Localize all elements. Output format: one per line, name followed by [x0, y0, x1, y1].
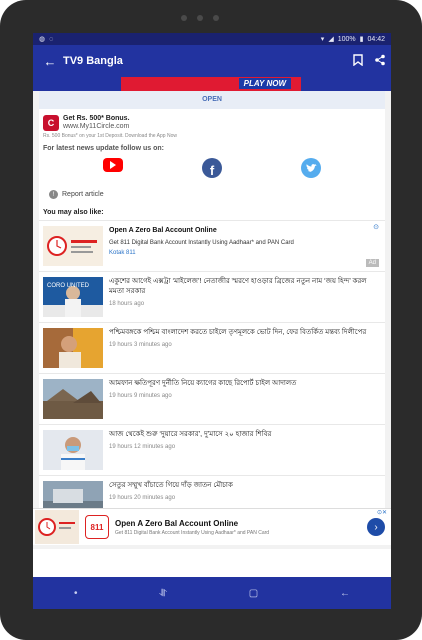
news-thumbnail: CORO UNITED — [43, 277, 103, 317]
my11circle-headline: Get Rs. 500* Bonus. — [63, 115, 130, 122]
bookmark-icon[interactable] — [347, 53, 369, 69]
news-thumbnail — [43, 379, 103, 419]
status-time: 04:42 — [367, 35, 385, 43]
you-may-also-like-heading: You may also like: — [43, 209, 104, 216]
notification-icon: ◌ — [49, 35, 54, 43]
back-arrow-icon[interactable]: ← — [37, 54, 63, 69]
ad-banner[interactable]: PLAY NOW — [33, 77, 391, 91]
bottom-ad-thumbnail — [35, 510, 79, 544]
bottom-ad-logo: 811 — [85, 515, 109, 539]
nav-home-icon[interactable]: ▢ — [249, 588, 258, 599]
social-links: f — [39, 154, 385, 186]
promo-card: C Get Rs. 500* Bonus. www.My11Circle.com… — [39, 109, 385, 526]
app-title: TV9 Bangla — [63, 55, 123, 67]
nav-recents-icon[interactable]: ⥯ — [159, 588, 166, 599]
sponsored-list-item[interactable]: Open A Zero Bal Account Online Get 811 D… — [39, 220, 385, 271]
notification-icon: ◍ — [39, 36, 46, 43]
wifi-icon: ▾ — [320, 36, 325, 43]
app-header: ← TV9 Bangla — [33, 45, 391, 77]
twitter-icon[interactable] — [301, 158, 322, 178]
news-title: পশ্চিমবঙ্গকে পশ্চিম বাংলাদেশ করতে চাইলে … — [109, 329, 367, 336]
adchoices-icon[interactable]: ⊙ — [373, 223, 379, 231]
report-article-link[interactable]: ! Report article — [39, 186, 385, 205]
news-time: 19 hours 20 minutes ago — [109, 495, 176, 501]
ad-subtitle: Get 811 Digital Bank Account Instantly U… — [109, 240, 294, 246]
bottom-ad-title: Open A Zero Bal Account Online — [115, 518, 239, 528]
nav-back-icon[interactable]: ← — [340, 588, 350, 599]
news-title: একুশের আগেই এক্সট্রা ‘মাইলেজ’! নেতাজীর স… — [109, 278, 367, 295]
device-camera-bar — [140, 14, 260, 22]
screen: ◍ ◌ ▾ ◢ 100% ▮ 04:42 ← TV9 Bangla PLAY N… — [33, 33, 391, 609]
news-list-item[interactable]: আজ থেকেই শুরু ‘দুয়ারে সরকার’, দু’মাসে ২… — [39, 424, 385, 475]
ad-thumbnail — [43, 226, 103, 266]
ad-banner-image[interactable]: PLAY NOW — [121, 77, 301, 91]
bottom-ad-subtitle: Get 811 Digital Bank Account Instantly U… — [115, 529, 270, 536]
news-title: সেতুর সম্মুখ বাঁচাতে গিয়ে দাঁড় জাতন মৌ… — [109, 482, 233, 489]
my11circle-small-print: Rs. 500 Bonus* on your 1st Deposit. Down… — [43, 133, 177, 139]
ad-open-button[interactable]: OPEN — [39, 91, 385, 109]
news-thumbnail — [43, 328, 103, 368]
battery-text: 100% — [337, 35, 356, 43]
news-title: আমফান ক্ষতিপূরণ দুর্নীতি নিয়ে ক্যাগের ক… — [109, 380, 297, 387]
status-icons-right: ▾ ◢ 100% ▮ 04:42 — [320, 35, 385, 44]
news-title: আজ থেকেই শুরু ‘দুয়ারে সরকার’, দু’মাসে ২… — [109, 431, 272, 438]
my11circle-site[interactable]: www.My11Circle.com — [63, 123, 130, 130]
article-content: PLAY NOW OPEN C Get Rs. 500* Bonus. www.… — [33, 77, 391, 549]
info-icon: ! — [49, 190, 58, 199]
bottom-ad-close-icon[interactable]: ⊙✕ — [377, 509, 387, 516]
ad-badge: Ad — [365, 259, 379, 267]
facebook-icon[interactable]: f — [201, 158, 222, 178]
my11circle-ad[interactable]: C Get Rs. 500* Bonus. www.My11Circle.com — [39, 109, 385, 131]
share-icon[interactable] — [369, 54, 391, 69]
ad-brand: Kotak 811 — [109, 250, 136, 256]
system-nav-bar: • ⥯ ▢ ← — [33, 577, 391, 609]
battery-icon: ▮ — [359, 36, 364, 43]
tablet-frame: ◍ ◌ ▾ ◢ 100% ▮ 04:42 ← TV9 Bangla PLAY N… — [0, 0, 422, 640]
my11circle-logo: C — [43, 115, 59, 131]
news-thumbnail — [43, 430, 103, 470]
nav-dot-icon[interactable]: • — [74, 588, 78, 599]
news-time: 19 hours 3 minutes ago — [109, 342, 172, 348]
status-icons-left: ◍ ◌ — [39, 35, 54, 44]
bottom-ad-arrow-button[interactable]: › — [367, 518, 385, 536]
ad-title: Open A Zero Bal Account Online — [109, 227, 217, 234]
news-list-item[interactable]: আমফান ক্ষতিপূরণ দুর্নীতি নিয়ে ক্যাগের ক… — [39, 373, 385, 424]
news-time: 19 hours 9 minutes ago — [109, 393, 172, 399]
status-bar: ◍ ◌ ▾ ◢ 100% ▮ 04:42 — [33, 33, 391, 45]
news-list-item[interactable]: পশ্চিমবঙ্গকে পশ্চিম বাংলাদেশ করতে চাইলে … — [39, 322, 385, 373]
news-list-item[interactable]: CORO UNITED একুশের আগেই এক্সট্রা ‘মাইলেজ… — [39, 271, 385, 322]
svg-text:CORO UNITED: CORO UNITED — [47, 283, 90, 289]
youtube-icon[interactable] — [102, 158, 123, 172]
play-now-button[interactable]: PLAY NOW — [238, 78, 291, 89]
report-article-label: Report article — [62, 191, 104, 198]
news-time: 19 hours 12 minutes ago — [109, 444, 176, 450]
signal-icon: ◢ — [328, 36, 334, 43]
news-time: 18 hours ago — [109, 301, 145, 307]
bottom-banner-ad[interactable]: 811 Open A Zero Bal Account Online Get 8… — [33, 508, 391, 545]
follow-us-label: For latest news update follow us on: — [43, 145, 164, 152]
